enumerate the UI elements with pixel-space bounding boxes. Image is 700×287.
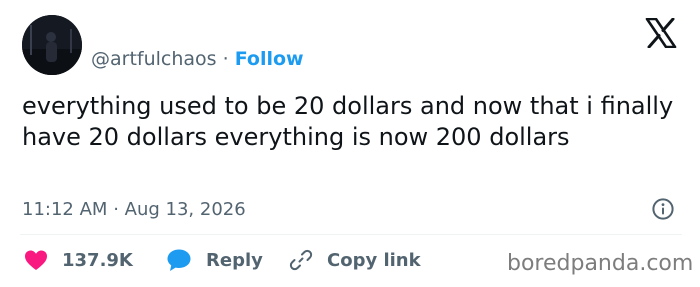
reply-label: Reply: [206, 249, 263, 271]
heart-icon: [25, 250, 47, 270]
watermark: boredpanda.com: [507, 251, 694, 276]
avatar[interactable]: [22, 15, 82, 75]
copy-link-label: Copy link: [327, 249, 421, 271]
like-button[interactable]: 137.9K: [24, 247, 133, 273]
link-icon: [289, 249, 313, 271]
tweet-text: everything used to be 20 dollars and now…: [22, 92, 674, 151]
follow-button[interactable]: Follow: [235, 48, 304, 70]
copy-link-button[interactable]: Copy link: [289, 247, 421, 273]
x-logo-icon[interactable]: [645, 17, 677, 49]
like-count: 137.9K: [62, 249, 133, 271]
separator-dot: ·: [222, 48, 229, 70]
tweet-date: Aug 13, 2026: [124, 199, 246, 220]
meta-separator: ·: [113, 199, 119, 220]
info-icon[interactable]: [651, 197, 675, 221]
divider: [20, 234, 682, 235]
author-handle[interactable]: @artfulchaos: [91, 48, 217, 70]
reply-bubble-icon: [167, 249, 191, 271]
tweet-time: 11:12 AM: [22, 199, 108, 220]
avatar-image: [22, 15, 82, 75]
reply-button[interactable]: Reply: [166, 247, 263, 273]
tweet-timestamp[interactable]: 11:12 AM · Aug 13, 2026: [22, 198, 246, 222]
author-row: @artfulchaos · Follow: [91, 47, 304, 71]
